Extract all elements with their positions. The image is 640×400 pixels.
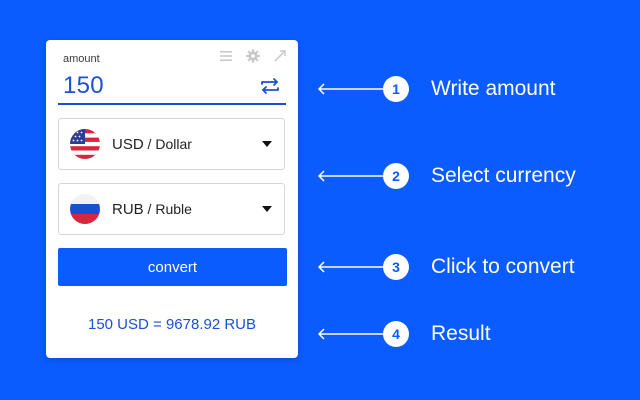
callout-number: 4 [383, 321, 409, 347]
expand-icon[interactable] [272, 48, 288, 64]
callout-number: 2 [383, 163, 409, 189]
widget-toolbar [218, 48, 288, 64]
amount-input[interactable]: 150 [63, 72, 104, 100]
amount-label: amount [63, 53, 100, 65]
to-currency-select[interactable]: RUB / Ruble [58, 183, 285, 235]
arrow-left-icon [317, 83, 384, 95]
arrow-left-icon [317, 328, 384, 340]
from-currency-select[interactable]: USD / Dollar [58, 118, 285, 170]
chevron-down-icon [262, 141, 272, 147]
callout-text: Write amount [431, 77, 556, 100]
menu-icon[interactable] [218, 48, 234, 64]
amount-underline [58, 103, 286, 105]
callout-text: Click to convert [431, 255, 575, 278]
to-currency-separator: / [143, 201, 156, 217]
callout-number: 1 [383, 76, 409, 102]
from-currency-value: USD / Dollar [112, 136, 192, 153]
arrow-left-icon [317, 170, 384, 182]
to-currency-value: RUB / Ruble [112, 201, 192, 218]
from-currency-code: USD [112, 136, 144, 153]
conversion-result: 150 USD = 9678.92 RUB [87, 316, 257, 333]
convert-button[interactable]: convert [58, 248, 287, 286]
to-currency-name: Ruble [155, 201, 192, 217]
from-currency-separator: / [143, 136, 156, 152]
to-currency-code: RUB [112, 201, 144, 218]
converter-widget: amount 150 USD / Dollar RUB / Ruble conv… [46, 40, 298, 358]
callout-number: 3 [383, 254, 409, 280]
from-currency-name: Dollar [155, 136, 192, 152]
arrow-left-icon [317, 261, 384, 273]
gear-icon[interactable] [245, 48, 261, 64]
swap-icon[interactable] [260, 76, 280, 96]
us-flag-icon [70, 129, 100, 159]
callout-text: Result [431, 322, 491, 345]
chevron-down-icon [262, 206, 272, 212]
ru-flag-icon [70, 194, 100, 224]
callout-text: Select currency [431, 164, 576, 187]
